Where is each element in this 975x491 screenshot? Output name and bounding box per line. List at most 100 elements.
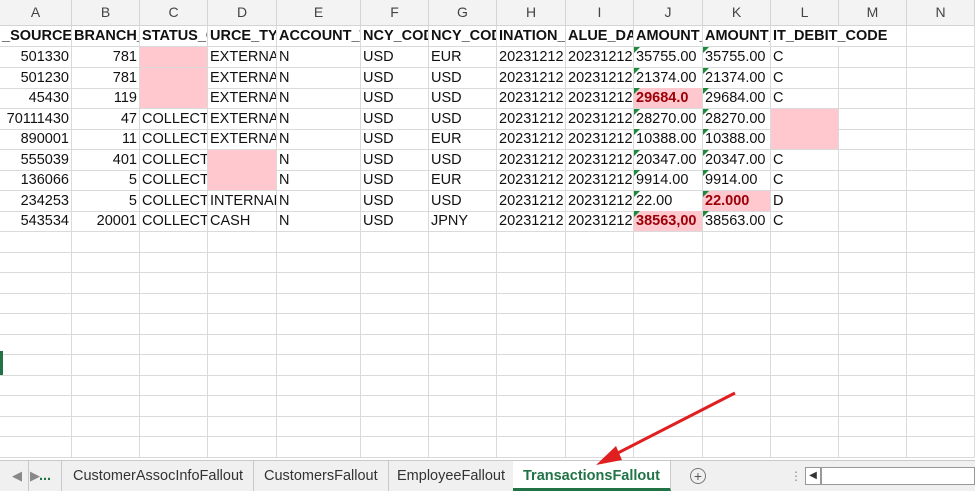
empty-cell[interactable] xyxy=(634,231,703,253)
column-header-b[interactable]: B xyxy=(72,0,140,25)
empty-cell[interactable] xyxy=(140,354,208,376)
empty-cell[interactable] xyxy=(72,436,140,458)
table-cell[interactable]: 20231212 xyxy=(497,190,566,212)
table-cell[interactable]: 21374.00 xyxy=(634,67,703,89)
table-cell[interactable] xyxy=(839,211,907,232)
empty-cell[interactable] xyxy=(0,395,72,417)
table-cell[interactable]: USD xyxy=(429,67,497,89)
empty-cell[interactable] xyxy=(497,231,566,253)
empty-cell[interactable] xyxy=(634,334,703,355)
table-cell[interactable]: 47 xyxy=(72,108,140,130)
empty-cell[interactable] xyxy=(703,375,771,396)
table-cell[interactable] xyxy=(771,108,839,130)
table-cell[interactable] xyxy=(140,88,208,109)
table-cell[interactable] xyxy=(839,129,907,150)
table-cell[interactable] xyxy=(907,67,975,89)
empty-cell[interactable] xyxy=(839,375,907,396)
table-cell[interactable]: N xyxy=(277,108,361,130)
empty-cell[interactable] xyxy=(140,375,208,396)
empty-cell[interactable] xyxy=(429,272,497,294)
empty-cell[interactable] xyxy=(429,293,497,314)
table-cell[interactable]: 20231212 xyxy=(566,108,634,130)
field-header-cell[interactable]: NCY_CODE xyxy=(361,26,429,47)
table-cell[interactable] xyxy=(907,211,975,232)
table-cell[interactable]: D xyxy=(771,190,839,212)
table-cell[interactable]: 781 xyxy=(72,67,140,89)
empty-cell[interactable] xyxy=(429,252,497,273)
empty-cell[interactable] xyxy=(907,395,975,417)
table-cell[interactable]: 401 xyxy=(72,149,140,171)
table-cell[interactable]: 28270.00 xyxy=(634,108,703,130)
table-cell[interactable]: 20001 xyxy=(72,211,140,232)
empty-cell[interactable] xyxy=(361,375,429,396)
empty-cell[interactable] xyxy=(208,354,277,376)
empty-cell[interactable] xyxy=(634,252,703,273)
empty-cell[interactable] xyxy=(0,436,72,458)
table-cell[interactable]: USD xyxy=(429,88,497,109)
field-header-cell[interactable] xyxy=(907,26,975,47)
table-cell[interactable]: N xyxy=(277,190,361,212)
more-tabs-button[interactable]: ... xyxy=(28,461,63,491)
table-cell[interactable] xyxy=(907,170,975,191)
table-cell[interactable]: 20231212 xyxy=(497,47,566,68)
empty-cell[interactable] xyxy=(497,252,566,273)
table-cell[interactable]: 10388.00 xyxy=(634,129,703,150)
field-header-cell[interactable]: URCE_TYP xyxy=(208,26,277,47)
empty-cell[interactable] xyxy=(907,354,975,376)
empty-cell[interactable] xyxy=(429,231,497,253)
column-header-a[interactable]: A xyxy=(0,0,72,25)
table-cell[interactable] xyxy=(907,88,975,109)
empty-cell[interactable] xyxy=(907,252,975,273)
table-cell[interactable]: JPNY xyxy=(429,211,497,232)
field-header-cell[interactable]: BRANCH_ID xyxy=(72,26,140,47)
table-cell[interactable]: N xyxy=(277,211,361,232)
empty-cell[interactable] xyxy=(497,354,566,376)
table-cell[interactable]: 20231212 xyxy=(566,149,634,171)
table-cell[interactable]: 5 xyxy=(72,170,140,191)
table-cell[interactable]: EXTERNAL xyxy=(208,108,277,130)
table-cell[interactable]: 38563.00 xyxy=(703,211,771,232)
empty-cell[interactable] xyxy=(566,395,634,417)
field-header-cell[interactable]: _SOURCE_I xyxy=(0,26,72,47)
empty-cell[interactable] xyxy=(208,313,277,335)
empty-cell[interactable] xyxy=(497,416,566,437)
table-cell[interactable] xyxy=(771,129,839,150)
empty-cell[interactable] xyxy=(703,272,771,294)
table-cell[interactable]: 543534 xyxy=(0,211,72,232)
empty-cell[interactable] xyxy=(703,436,771,458)
empty-cell[interactable] xyxy=(497,395,566,417)
table-cell[interactable] xyxy=(907,47,975,68)
empty-cell[interactable] xyxy=(634,354,703,376)
empty-cell[interactable] xyxy=(566,272,634,294)
empty-cell[interactable] xyxy=(277,354,361,376)
table-cell[interactable]: 9914.00 xyxy=(703,170,771,191)
table-cell[interactable]: USD xyxy=(361,47,429,68)
empty-cell[interactable] xyxy=(566,231,634,253)
table-cell[interactable]: C xyxy=(771,170,839,191)
table-cell[interactable] xyxy=(839,149,907,171)
column-header-h[interactable]: H xyxy=(497,0,566,25)
table-cell[interactable]: 5 xyxy=(72,190,140,212)
empty-cell[interactable] xyxy=(839,436,907,458)
empty-cell[interactable] xyxy=(839,354,907,376)
table-cell[interactable]: 9914.00 xyxy=(634,170,703,191)
empty-cell[interactable] xyxy=(277,436,361,458)
empty-cell[interactable] xyxy=(634,436,703,458)
table-cell[interactable]: EUR xyxy=(429,129,497,150)
empty-cell[interactable] xyxy=(277,293,361,314)
empty-cell[interactable] xyxy=(72,416,140,437)
spreadsheet-grid[interactable]: ABCDEFGHIJKLMN _SOURCE_IBRANCH_IDSTATUS_… xyxy=(0,0,975,460)
table-cell[interactable]: EUR xyxy=(429,170,497,191)
empty-cell[interactable] xyxy=(361,231,429,253)
table-cell[interactable]: USD xyxy=(361,149,429,171)
table-cell[interactable]: 555039 xyxy=(0,149,72,171)
empty-cell[interactable] xyxy=(771,293,839,314)
table-cell[interactable]: USD xyxy=(361,211,429,232)
column-header-d[interactable]: D xyxy=(208,0,277,25)
empty-cell[interactable] xyxy=(277,231,361,253)
empty-cell[interactable] xyxy=(277,395,361,417)
empty-cell[interactable] xyxy=(907,334,975,355)
empty-cell[interactable] xyxy=(703,252,771,273)
tab-customersfallout[interactable]: CustomersFallout xyxy=(254,461,389,491)
table-cell[interactable]: C xyxy=(771,67,839,89)
